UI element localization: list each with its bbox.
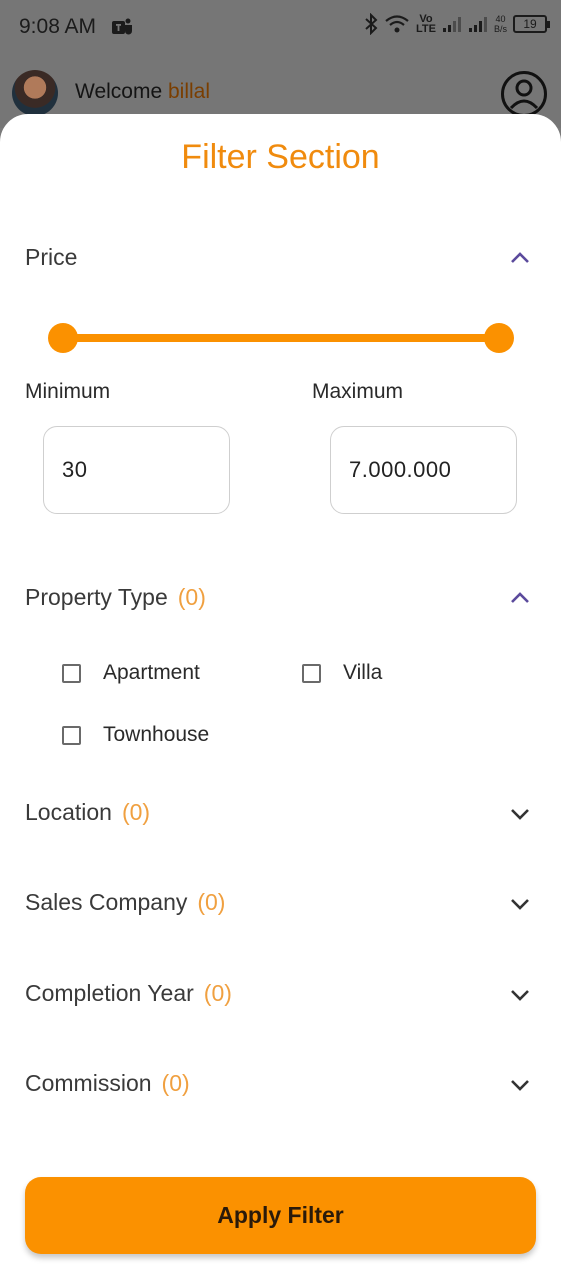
- price-section-header[interactable]: Price: [25, 244, 77, 271]
- teams-icon: [112, 18, 132, 35]
- slider-thumb-max[interactable]: [484, 323, 514, 353]
- bluetooth-icon: [365, 13, 378, 35]
- chevron-up-icon[interactable]: [509, 591, 531, 605]
- section-title: Completion Year: [25, 980, 194, 1006]
- checkbox-townhouse[interactable]: Townhouse: [62, 723, 209, 747]
- section-count: (0): [197, 889, 226, 915]
- checkbox-villa[interactable]: Villa: [302, 661, 382, 685]
- minimum-label: Minimum: [25, 380, 111, 403]
- checkbox-apartment[interactable]: Apartment: [62, 661, 200, 685]
- completion-year-section-header[interactable]: Completion Year (0): [25, 980, 232, 1007]
- status-time: 9:08 AM: [19, 15, 97, 38]
- sales-company-section-header[interactable]: Sales Company (0): [25, 889, 225, 916]
- slider-thumb-min[interactable]: [48, 323, 78, 353]
- apply-filter-button[interactable]: Apply Filter: [25, 1177, 536, 1254]
- location-section-header[interactable]: Location (0): [25, 799, 150, 826]
- checkbox-label: Apartment: [103, 661, 200, 684]
- section-title: Location: [25, 799, 112, 825]
- checkbox-box[interactable]: [62, 663, 81, 683]
- net-speed: 40 B/s: [494, 14, 507, 34]
- section-count: (0): [203, 980, 232, 1006]
- section-count: (0): [121, 799, 151, 825]
- avatar[interactable]: [12, 70, 58, 116]
- maximum-label: Maximum: [312, 380, 404, 403]
- chevron-down-icon[interactable]: [509, 1078, 531, 1092]
- chevron-down-icon[interactable]: [509, 807, 531, 821]
- network-type-bottom: LTE: [416, 23, 436, 35]
- section-title: Sales Company: [25, 889, 188, 915]
- property-type-section-header[interactable]: Property Type (0): [25, 584, 206, 611]
- sheet-title: Filter Section: [181, 138, 380, 176]
- battery-icon: 19: [513, 15, 550, 33]
- signal-icon-2: [468, 17, 487, 32]
- section-title: Commission: [25, 1070, 152, 1096]
- net-speed-unit: B/s: [493, 24, 507, 34]
- price-range-slider[interactable]: [48, 323, 514, 353]
- slider-track: [63, 334, 499, 342]
- profile-icon[interactable]: [500, 70, 548, 118]
- welcome-text: Welcome: [75, 80, 163, 103]
- checkbox-label: Villa: [343, 661, 383, 684]
- network-type: Vo LTE: [416, 14, 436, 35]
- filter-sheet: Filter Section Price Minimum Maximum Pro…: [0, 114, 561, 1280]
- net-speed-value: 40: [495, 14, 506, 24]
- property-type-count: (0): [177, 584, 206, 610]
- status-bar: 9:08 AM Vo LTE 40 B/s 19: [0, 0, 561, 58]
- commission-section-header[interactable]: Commission (0): [25, 1070, 190, 1097]
- chevron-up-icon[interactable]: [509, 251, 531, 265]
- signal-icon: [442, 17, 461, 32]
- checkbox-label: Townhouse: [103, 723, 210, 746]
- chevron-down-icon[interactable]: [509, 988, 531, 1002]
- chevron-down-icon[interactable]: [509, 897, 531, 911]
- property-type-title: Property Type: [25, 584, 168, 610]
- checkbox-box[interactable]: [302, 663, 321, 683]
- price-title: Price: [25, 244, 78, 270]
- checkbox-box[interactable]: [62, 725, 81, 745]
- section-count: (0): [161, 1070, 190, 1096]
- wifi-icon: [385, 15, 409, 33]
- maximum-price-input[interactable]: [330, 426, 517, 514]
- welcome-message: Welcome billal: [75, 80, 210, 104]
- minimum-price-input[interactable]: [43, 426, 230, 514]
- username: billal: [167, 80, 211, 103]
- battery-level: 19: [523, 17, 537, 31]
